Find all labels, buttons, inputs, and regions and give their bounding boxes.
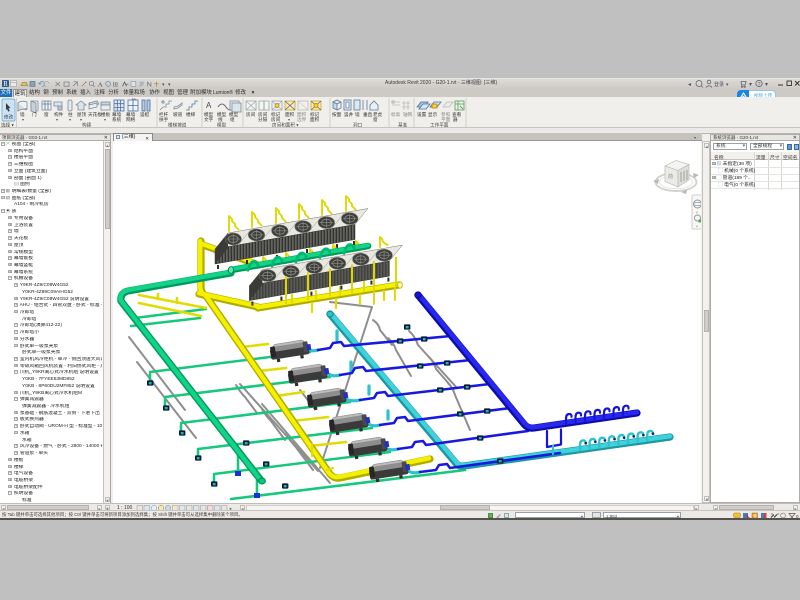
svg-text:选择 ▾: 选择 ▾ [1,122,14,129]
svg-text:线: 线 [218,116,223,122]
svg-text:组: 组 [230,116,235,122]
svg-text:▾: ▾ [162,82,165,88]
svg-text:R: R [3,81,8,88]
svg-text:分隔: 分隔 [258,116,268,123]
svg-text:楼梯坡道: 楼梯坡道 [168,122,187,129]
svg-text:工作平面: 工作平面 [430,122,449,129]
svg-text:模型: 模型 [217,122,227,129]
svg-text:▾: ▾ [696,225,698,229]
svg-text:楼梯: 楼梯 [186,111,196,118]
svg-text:垂直: 垂直 [363,111,373,117]
svg-text:0: 0 [796,514,799,519]
svg-text:▾: ▾ [69,117,71,122]
svg-text:▾: ▾ [80,117,82,122]
svg-text:竖梃: 竖梃 [140,111,150,118]
svg-text:竖井: 竖井 [344,111,354,118]
svg-text:面积: 面积 [310,116,320,123]
svg-text:A: A [206,101,212,110]
svg-text:前: 前 [668,173,673,180]
svg-text:标高: 标高 [391,111,401,118]
svg-text:▾: ▾ [22,117,24,122]
svg-text:▾: ▾ [749,82,752,88]
svg-text:系统: 系统 [112,116,122,123]
svg-text:器: 器 [453,117,458,123]
svg-text:▾: ▾ [696,211,698,215]
svg-text:网格: 网格 [126,116,136,123]
svg-text:▾: ▾ [765,82,768,88]
svg-text:按面: 按面 [332,111,342,118]
svg-text:轴网: 轴网 [403,111,413,118]
svg-text:A: A [98,82,103,89]
svg-text:▾: ▾ [56,117,58,122]
svg-text:房间: 房间 [246,111,256,118]
svg-text:▾: ▾ [104,117,106,122]
svg-text:坡道: 坡道 [173,111,183,118]
svg-text:设置: 设置 [417,111,427,118]
svg-text:门: 门 [32,111,37,118]
svg-text:构建: 构建 [82,122,92,129]
svg-text:登录: 登录 [714,81,724,88]
svg-text:修改: 修改 [4,114,14,121]
svg-text:窗: 窗 [373,116,378,123]
svg-text:▾: ▾ [288,117,290,122]
svg-text:窗: 窗 [44,111,49,118]
svg-text:?: ? [758,82,761,88]
svg-text:▾: ▾ [726,82,729,88]
svg-text:房间和面积 ▾: 房间和面积 ▾ [272,122,299,129]
svg-text:基准: 基准 [398,122,408,129]
svg-text:▾: ▾ [168,82,171,88]
svg-text:文字: 文字 [204,116,214,123]
svg-text:墙: 墙 [355,111,360,118]
svg-text:洞口: 洞口 [353,122,363,129]
svg-text:◂: ◂ [688,82,691,88]
svg-text:显示: 显示 [428,112,438,117]
